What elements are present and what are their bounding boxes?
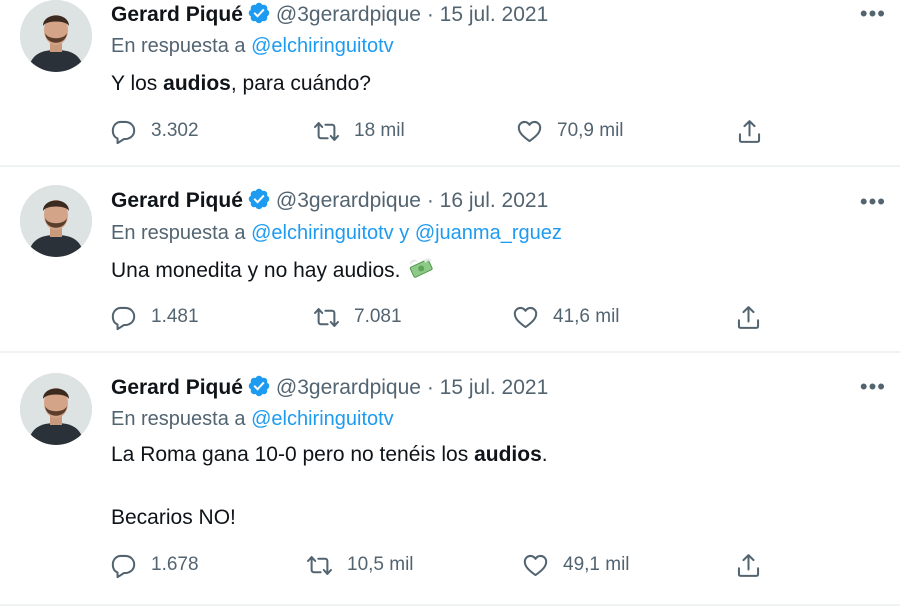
retweet-icon (306, 552, 333, 579)
separator-dot: · (426, 3, 434, 26)
heart-icon (522, 552, 549, 579)
separator-dot: · (426, 189, 434, 212)
like-button[interactable]: 70,9 mil (516, 114, 624, 148)
share-button[interactable] (735, 548, 762, 582)
avatar[interactable] (20, 185, 92, 257)
tweet-date[interactable]: 16 jul. 2021 (440, 189, 549, 212)
author-name[interactable]: Gerard Piqué (111, 376, 243, 399)
retweet-count: 7.081 (354, 306, 402, 327)
tweet-text-bold: audios (163, 72, 231, 95)
retweet-count: 10,5 mil (347, 554, 414, 575)
timeline: Gerard Piqué @3gerardpique · 15 jul. 2021… (0, 0, 900, 606)
tweet-header: Gerard Piqué @3gerardpique · 15 jul. 2021 (111, 374, 548, 405)
reply-context: En respuesta a @elchiringuitotv (111, 408, 394, 431)
reply-count: 1.678 (151, 554, 199, 575)
more-options-icon[interactable]: ••• (860, 374, 886, 400)
reply-mention[interactable]: @juanma_rguez (415, 222, 562, 244)
tweet-text: La Roma gana 10-0 pero no tenéis los aud… (111, 442, 548, 468)
reply-count: 3.302 (151, 120, 199, 141)
reply-button[interactable]: 1.481 (110, 300, 199, 334)
like-count: 49,1 mil (563, 554, 630, 575)
tweet-text-part: , para cuándo? (230, 72, 371, 95)
tweet[interactable]: Gerard Piqué @3gerardpique · 15 jul. 2021… (0, 0, 900, 167)
share-icon (735, 304, 762, 331)
reply-icon (110, 118, 137, 145)
retweet-button[interactable]: 18 mil (313, 114, 405, 148)
tweet-text-part: La Roma gana 10-0 pero no tenéis los (111, 443, 475, 466)
verified-badge-icon (247, 1, 271, 32)
retweet-icon (313, 304, 340, 331)
reply-prefix: En respuesta a (111, 35, 246, 57)
reply-button[interactable]: 3.302 (110, 114, 199, 148)
tweet-header: Gerard Piqué @3gerardpique · 15 jul. 2021 (111, 1, 548, 32)
tweet-date[interactable]: 15 jul. 2021 (440, 3, 549, 26)
tweet-actions: 3.302 18 mil 70,9 mil (0, 114, 900, 148)
author-handle[interactable]: @3gerardpique (276, 3, 421, 26)
tweet-date[interactable]: 15 jul. 2021 (440, 376, 549, 399)
like-button[interactable]: 49,1 mil (522, 548, 630, 582)
reply-context: En respuesta a @elchiringuitotv (111, 35, 394, 58)
reply-and: y (399, 222, 410, 244)
reply-button[interactable]: 1.678 (110, 548, 199, 582)
like-count: 41,6 mil (553, 306, 620, 327)
retweet-icon (313, 118, 340, 145)
reply-mention[interactable]: @elchiringuitotv (251, 222, 394, 244)
money-with-wings-emoji-icon (407, 256, 435, 287)
author-handle[interactable]: @3gerardpique (276, 376, 421, 399)
verified-badge-icon (247, 374, 271, 405)
share-button[interactable] (735, 300, 762, 334)
tweet-header: Gerard Piqué @3gerardpique · 16 jul. 2021 (111, 187, 548, 218)
author-name[interactable]: Gerard Piqué (111, 3, 243, 26)
reply-prefix: En respuesta a (111, 408, 246, 430)
retweet-button[interactable]: 7.081 (313, 300, 402, 334)
reply-context: En respuesta a @elchiringuitotv y @juanm… (111, 222, 562, 245)
share-icon (736, 118, 763, 145)
reply-prefix: En respuesta a (111, 222, 246, 244)
retweet-button[interactable]: 10,5 mil (306, 548, 414, 582)
like-button[interactable]: 41,6 mil (512, 300, 620, 334)
heart-icon (512, 304, 539, 331)
tweet[interactable]: Gerard Piqué @3gerardpique · 15 jul. 2021… (0, 351, 900, 606)
more-options-icon[interactable]: ••• (860, 1, 886, 27)
tweet-text-bold: audios (474, 443, 542, 466)
tweet-actions: 1.481 7.081 41,6 mil (0, 300, 900, 334)
avatar[interactable] (20, 373, 92, 445)
tweet-text-line2: Becarios NO! (111, 506, 236, 529)
tweet-actions: 1.678 10,5 mil 49,1 mil (0, 548, 900, 582)
avatar[interactable] (20, 0, 92, 72)
separator-dot: · (426, 376, 434, 399)
more-options-icon[interactable]: ••• (860, 189, 886, 215)
verified-badge-icon (247, 187, 271, 218)
reply-mention[interactable]: @elchiringuitotv (251, 408, 394, 430)
share-icon (735, 552, 762, 579)
tweet-text-part: . (541, 443, 548, 466)
heart-icon (516, 118, 543, 145)
reply-icon (110, 552, 137, 579)
reply-count: 1.481 (151, 306, 199, 327)
tweet[interactable]: Gerard Piqué @3gerardpique · 16 jul. 2021… (0, 165, 900, 353)
share-button[interactable] (736, 114, 763, 148)
reply-mention[interactable]: @elchiringuitotv (251, 35, 394, 57)
author-name[interactable]: Gerard Piqué (111, 189, 243, 212)
tweet-text-part: Y los (111, 72, 164, 95)
like-count: 70,9 mil (557, 120, 624, 141)
author-handle[interactable]: @3gerardpique (276, 189, 421, 212)
retweet-count: 18 mil (354, 120, 405, 141)
tweet-text: Una monedita y no hay audios. (111, 256, 435, 287)
reply-icon (110, 304, 137, 331)
tweet-text-part: Una monedita y no hay audios. (111, 259, 401, 282)
tweet-text: Y los audios, para cuándo? (111, 71, 371, 97)
